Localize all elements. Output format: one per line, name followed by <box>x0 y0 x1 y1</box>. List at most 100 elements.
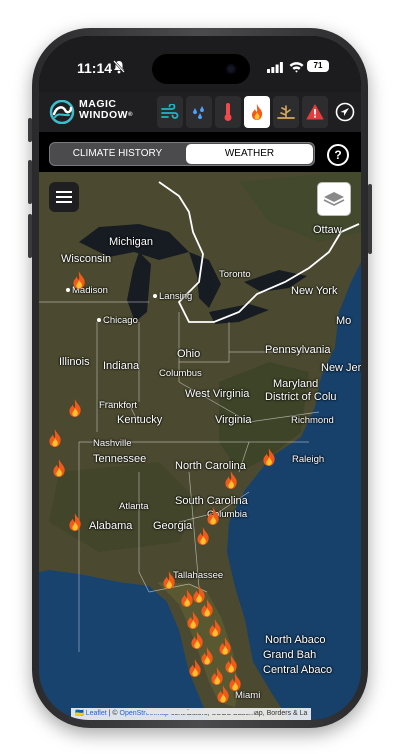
app-header: MAGIC WINDOW® <box>39 92 361 132</box>
fire-marker[interactable] <box>223 470 239 490</box>
label-indiana: Indiana <box>103 360 140 372</box>
label-ottawa: Ottaw <box>313 224 342 236</box>
precipitation-layer-button[interactable] <box>186 96 212 128</box>
label-chicago-text: Chicago <box>103 315 138 326</box>
tab-weather[interactable]: WEATHER <box>186 144 313 164</box>
dynamic-island <box>152 54 250 84</box>
fire-marker[interactable] <box>187 658 203 678</box>
label-virginia: Virginia <box>215 414 252 426</box>
label-columbus: Columbus <box>159 368 202 379</box>
wind-layer-button[interactable] <box>157 96 183 128</box>
view-segmented-control: CLIMATE HISTORY WEATHER <box>49 142 315 166</box>
hamburger-icon-line <box>56 196 72 198</box>
alerts-layer-button[interactable] <box>302 96 328 128</box>
layers-icon <box>323 192 345 206</box>
camera-icon <box>226 64 236 74</box>
wind-icon <box>161 104 179 119</box>
label-ohio: Ohio <box>177 348 201 360</box>
city-dot <box>153 294 157 299</box>
ukraine-flag-icon: 🇺🇦 <box>75 710 84 717</box>
label-wisconsin: Wisconsin <box>61 253 112 265</box>
label-frankfort: Frankfort <box>99 400 138 411</box>
fire-marker[interactable] <box>217 636 233 656</box>
fire-marker[interactable] <box>47 428 63 448</box>
label-grand-bahama: Grand Bah <box>263 649 317 661</box>
label-new-york: New York <box>291 285 338 297</box>
fire-marker[interactable] <box>51 458 67 478</box>
fire-marker[interactable] <box>67 512 83 532</box>
label-georgia: Georgia <box>153 520 193 532</box>
fire-marker[interactable] <box>209 666 225 686</box>
label-chicago: Chicago <box>97 315 138 327</box>
screen: 11:14 71 MAGIC WINDOW® CLIMATE HISTORY W… <box>39 36 361 720</box>
city-dot <box>66 288 70 293</box>
battery-indicator: 71 <box>307 60 329 72</box>
label-illinois: Illinois <box>59 356 90 368</box>
label-new-jersey: New Jers <box>321 362 361 374</box>
label-richmond: Richmond <box>291 415 334 426</box>
wifi-icon <box>289 62 304 73</box>
fire-marker[interactable] <box>199 598 215 618</box>
satellite-map[interactable]: Ottaw Michigan Wisconsin Madison Lansing… <box>39 172 361 720</box>
navigation-arrow-icon[interactable] <box>335 102 355 122</box>
fire-layer-button[interactable] <box>244 96 270 128</box>
label-mo: Mo <box>336 315 352 327</box>
silent-switch <box>28 118 32 142</box>
app-logo-text: MAGIC WINDOW® <box>79 99 133 121</box>
hamburger-icon-line <box>56 201 72 203</box>
label-atlanta: Atlanta <box>119 501 149 512</box>
label-nashville: Nashville <box>93 438 132 449</box>
tab-climate-history[interactable]: CLIMATE HISTORY <box>51 144 184 164</box>
drought-icon <box>277 105 295 119</box>
label-central-abaco: Central Abaco <box>263 664 333 676</box>
temperature-layer-button[interactable] <box>215 96 241 128</box>
fire-marker[interactable] <box>261 447 277 467</box>
cellular-signal-icon <box>267 62 283 73</box>
label-toronto: Toronto <box>219 269 251 280</box>
home-indicator[interactable] <box>146 710 254 714</box>
help-button[interactable]: ? <box>327 144 349 166</box>
warning-icon <box>306 104 324 120</box>
attribution-separator: | © <box>106 710 120 717</box>
fire-marker[interactable] <box>185 610 201 630</box>
layers-button[interactable] <box>317 182 351 216</box>
power-button <box>368 184 372 254</box>
label-tennessee: Tennessee <box>93 453 147 465</box>
label-pennsylvania: Pennsylvania <box>265 344 331 356</box>
fire-marker[interactable] <box>195 526 211 546</box>
drought-layer-button[interactable] <box>273 96 299 128</box>
label-michigan: Michigan <box>109 236 154 248</box>
label-tallahassee: Tallahassee <box>173 570 224 581</box>
status-time: 11:14 <box>77 60 113 76</box>
label-lansing: Lansing <box>153 291 192 303</box>
logo-line-window: WINDOW <box>79 109 129 121</box>
thermometer-icon <box>224 103 232 121</box>
label-alabama: Alabama <box>89 520 133 532</box>
hamburger-icon <box>56 191 72 193</box>
label-lansing-text: Lansing <box>159 291 193 302</box>
label-raleigh: Raleigh <box>292 454 325 465</box>
layer-toolbar <box>157 96 331 128</box>
fire-marker[interactable] <box>215 684 231 704</box>
logo-registered-mark: ® <box>128 112 133 118</box>
raindrops-icon <box>193 106 204 119</box>
label-west-virginia: West Virginia <box>185 388 250 400</box>
city-dot <box>97 318 101 323</box>
volume-down-button <box>28 214 32 258</box>
fire-marker[interactable] <box>67 398 83 418</box>
menu-button[interactable] <box>49 182 79 212</box>
fire-marker[interactable] <box>223 654 239 674</box>
label-district-of-columbia: District of Colu <box>265 391 337 403</box>
magic-window-logo-icon <box>49 100 75 124</box>
fire-marker[interactable] <box>205 506 221 526</box>
status-bar: 11:14 71 <box>39 36 361 92</box>
volume-up-button <box>28 160 32 204</box>
label-maryland: Maryland <box>273 378 319 390</box>
fire-marker[interactable] <box>207 618 223 638</box>
label-kentucky: Kentucky <box>117 414 163 426</box>
leaflet-link[interactable]: Leaflet <box>86 710 107 717</box>
fire-marker[interactable] <box>71 270 87 290</box>
fire-icon <box>252 104 263 120</box>
label-north-abaco: North Abaco <box>265 634 326 646</box>
fire-marker[interactable] <box>161 570 177 590</box>
